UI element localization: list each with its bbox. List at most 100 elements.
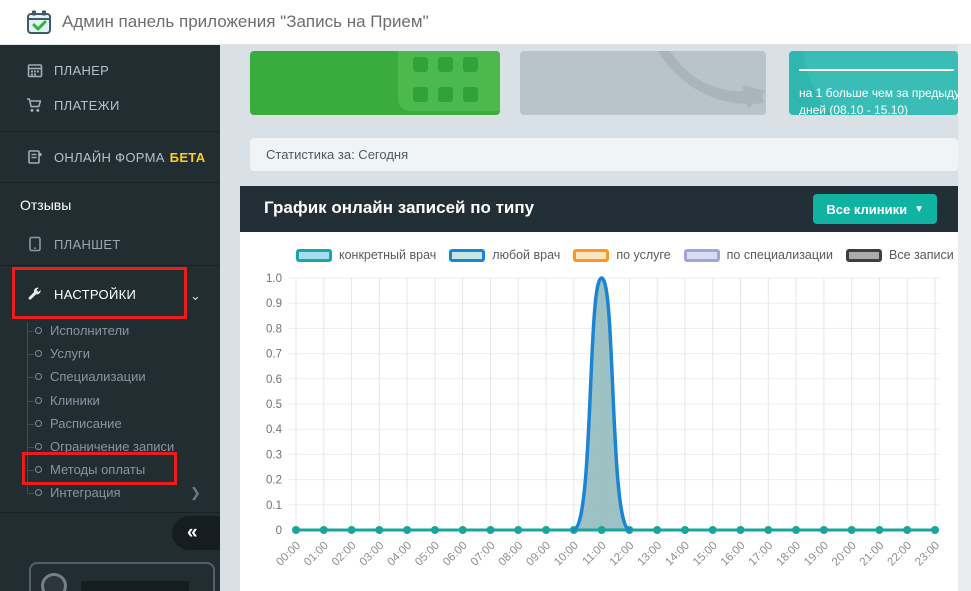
legend-item: любой врач <box>449 248 560 262</box>
chart-legend: конкретный врачлюбой врачпо услугепо спе… <box>296 248 954 262</box>
sidebar-divider <box>0 131 220 132</box>
sidebar-item-label: ПЛАТЕЖИ <box>54 98 120 113</box>
watermark-square <box>463 87 478 102</box>
tree-connector <box>27 401 34 402</box>
sidebar-item-label: ПЛАНЕР <box>54 63 109 78</box>
sidebar-item-online-form[interactable]: ОНЛАЙН ФОРМА БЕТА <box>0 142 220 172</box>
sidebar-subitem-booking-limits[interactable]: Ограничение записи <box>0 436 220 459</box>
clinics-filter-label: Все клиники <box>826 202 907 217</box>
subitem-label: Клиники <box>50 393 100 408</box>
legend-item: по услуге <box>573 248 670 262</box>
tree-connector <box>27 354 34 355</box>
stat-tile-teal: на 1 больше чем за предыдущ дней (08.10 … <box>789 51 958 115</box>
subitem-label: Интеграция <box>50 485 121 500</box>
clinics-filter-button[interactable]: Все клиники ▼ <box>813 194 937 224</box>
legend-swatch <box>449 249 485 262</box>
form-icon <box>26 149 43 166</box>
x-axis-label: 18:00 <box>774 540 803 569</box>
promo-logo-icon <box>41 573 67 591</box>
watermark-square <box>438 57 453 72</box>
legend-swatch <box>296 249 332 262</box>
data-point <box>681 526 689 534</box>
sidebar-subitem-payment-methods[interactable]: Методы оплаты <box>0 459 220 482</box>
beta-badge: БЕТА <box>170 150 206 165</box>
sidebar-item-tablet[interactable]: ПЛАНШЕТ <box>0 229 220 259</box>
legend-item: конкретный врач <box>296 248 436 262</box>
subitem-label: Специализации <box>50 369 146 384</box>
sidebar-subitem-integration[interactable]: Интеграция❯ <box>0 482 220 505</box>
bullet-icon <box>35 443 42 450</box>
sidebar-item-reviews[interactable]: Отзывы <box>20 197 71 213</box>
sidebar-item-label: НАСТРОЙКИ <box>54 287 136 302</box>
chart-panel-header: График онлайн записей по типу Все клиник… <box>240 186 958 232</box>
sidebar-item-payments[interactable]: ПЛАТЕЖИ <box>0 90 220 120</box>
app-calendar-check-icon <box>26 9 52 35</box>
x-axis-label: 19:00 <box>802 540 831 569</box>
cart-icon <box>26 97 43 114</box>
data-point <box>709 526 717 534</box>
bullet-icon <box>35 466 42 473</box>
sidebar-subitem-clinics[interactable]: Клиники <box>0 390 220 413</box>
wrench-icon <box>26 286 43 303</box>
data-point <box>792 526 800 534</box>
line-chart: 1.00.90.80.70.60.50.40.30.20.1000:0001:0… <box>240 268 958 591</box>
trend-arrow-watermark-icon <box>520 51 766 115</box>
data-point <box>820 526 828 534</box>
x-axis-label: 00:00 <box>274 540 303 569</box>
x-axis-label: 12:00 <box>608 540 637 569</box>
sidebar-collapse-button[interactable]: « <box>172 516 220 550</box>
data-point <box>486 526 494 534</box>
top-header: Админ панель приложения "Запись на Прием… <box>0 0 971 45</box>
sidebar-item-planner[interactable]: ПЛАНЕР <box>0 55 220 85</box>
legend-label: конкретный врач <box>339 248 436 262</box>
tree-connector <box>27 447 34 448</box>
data-point <box>737 526 745 534</box>
data-point <box>514 526 522 534</box>
bullet-icon <box>35 489 42 496</box>
chart-panel-title: График онлайн записей по типу <box>264 198 534 218</box>
x-axis-label: 21:00 <box>858 540 887 569</box>
y-axis-label: 0.1 <box>266 500 282 512</box>
caret-down-icon: ▼ <box>914 204 924 215</box>
bullet-icon <box>35 327 42 334</box>
y-axis-label: 0.6 <box>266 374 282 386</box>
stat-tile-gray <box>520 51 766 115</box>
calendar-icon <box>26 62 43 79</box>
x-axis-label: 20:00 <box>830 540 859 569</box>
x-axis-label: 06:00 <box>441 540 470 569</box>
sidebar-subitem-services[interactable]: Услуги <box>0 343 220 366</box>
legend-label: любой врач <box>492 248 560 262</box>
stats-period-bar: Статистика за: Сегодня <box>250 138 958 171</box>
sidebar-item-settings[interactable]: НАСТРОЙКИ <box>0 279 220 309</box>
tree-connector <box>27 331 34 332</box>
chart-panel: График онлайн записей по типу Все клиник… <box>240 186 958 591</box>
promo-text-placeholder <box>81 581 189 591</box>
x-axis-label: 14:00 <box>663 540 692 569</box>
y-axis-label: 0.3 <box>266 449 282 461</box>
legend-swatch <box>684 249 720 262</box>
data-point <box>848 526 856 534</box>
x-axis-label: 22:00 <box>886 540 915 569</box>
y-axis-label: 0 <box>276 525 282 537</box>
sidebar-subitem-performers[interactable]: Исполнители <box>0 320 220 343</box>
chevron-down-icon[interactable]: ⌄ <box>190 288 201 304</box>
watermark-square <box>463 57 478 72</box>
y-axis-label: 1.0 <box>266 273 282 285</box>
app-window: Админ панель приложения "Запись на Прием… <box>0 0 971 591</box>
x-axis-label: 17:00 <box>747 540 776 569</box>
data-point <box>348 526 356 534</box>
x-axis-label: 08:00 <box>497 540 526 569</box>
data-point <box>542 526 550 534</box>
bullet-icon <box>35 373 42 380</box>
sidebar-subitem-specializations[interactable]: Специализации <box>0 366 220 389</box>
sidebar-promo-box[interactable] <box>29 562 215 591</box>
online-form-text: ОНЛАЙН ФОРМА <box>54 150 165 165</box>
subitem-label: Услуги <box>50 346 90 361</box>
data-point <box>459 526 467 534</box>
scrollbar-track[interactable] <box>958 45 971 591</box>
tree-connector <box>27 424 34 425</box>
sidebar-subitem-schedule[interactable]: Расписание <box>0 413 220 436</box>
x-axis-label: 23:00 <box>913 540 942 569</box>
sidebar: ПЛАНЕР ПЛАТЕЖИ ОНЛАЙН ФОРМА БЕТА Отзывы П… <box>0 45 220 591</box>
data-point <box>431 526 439 534</box>
